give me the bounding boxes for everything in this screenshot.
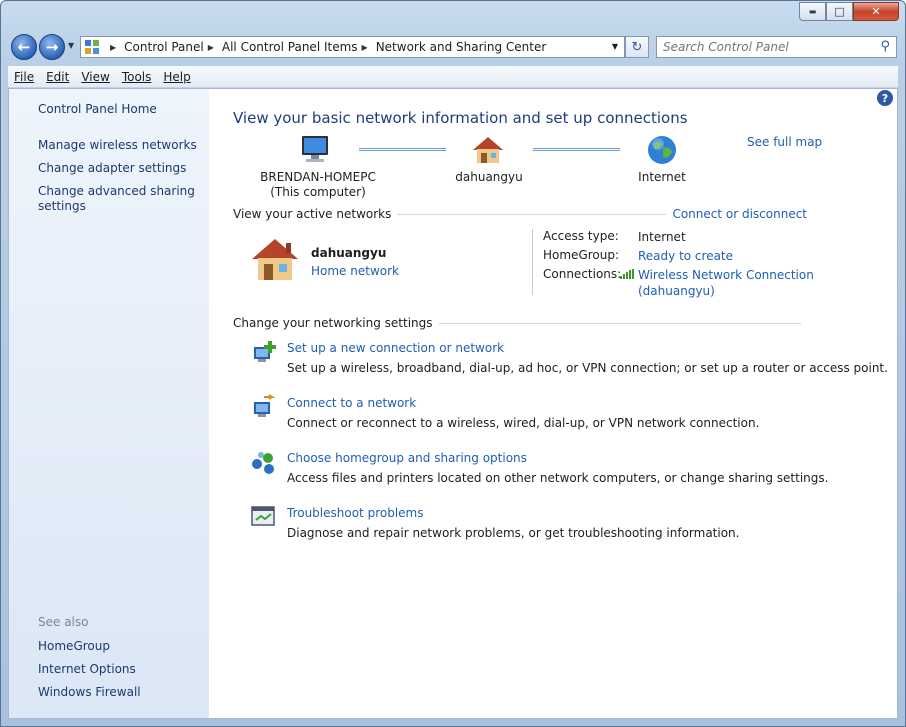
window-frame: ▬ □ ✕ ← → ▼ ▶ Control Panel ▶ All Control … — [0, 0, 906, 727]
address-dropdown-icon[interactable]: ▼ — [612, 42, 618, 51]
computer-icon — [302, 136, 328, 162]
arrow-right-icon: → — [45, 38, 59, 56]
homegroup-sharing-icon — [252, 452, 274, 474]
menu-edit[interactable]: Edit — [40, 70, 75, 84]
search-box[interactable]: ⚲ — [656, 36, 897, 58]
search-input[interactable] — [663, 40, 873, 54]
task-troubleshoot-desc: Diagnose and repair network problems, or… — [287, 526, 740, 540]
help-icon[interactable]: ? — [877, 90, 893, 106]
task-setup-connection-link[interactable]: Set up a new connection or network — [287, 341, 504, 355]
content-area: Control Panel Home Manage wireless netwo… — [8, 88, 898, 719]
menu-file[interactable]: File — [8, 70, 40, 84]
map-connection-line — [533, 148, 620, 151]
computer-subtitle: (This computer) — [270, 185, 366, 199]
change-settings-header: Change your networking settings — [233, 316, 807, 330]
sidebar-manage-wireless-networks[interactable]: Manage wireless networks — [38, 138, 197, 153]
maximize-button[interactable]: □ — [826, 2, 853, 21]
task-homegroup-sharing-link[interactable]: Choose homegroup and sharing options — [287, 451, 527, 465]
globe-icon — [648, 136, 676, 164]
minimize-button[interactable]: ▬ — [799, 2, 826, 21]
menu-tools[interactable]: Tools — [116, 70, 158, 84]
sidebar-homegroup[interactable]: HomeGroup — [38, 639, 110, 654]
troubleshoot-icon — [251, 506, 275, 526]
forward-button[interactable]: → — [39, 34, 65, 60]
menu-view[interactable]: View — [75, 70, 115, 84]
connect-or-disconnect-link[interactable]: Connect or disconnect — [672, 207, 807, 221]
map-this-computer[interactable]: BRENDAN-HOMEPC (This computer) — [253, 170, 383, 200]
home-network-icon — [252, 239, 298, 280]
wireless-connection-link[interactable]: Wireless Network Connection (dahuangyu) — [638, 267, 814, 299]
search-icon[interactable]: ⚲ — [880, 39, 890, 54]
chevron-right-icon: ▶ — [361, 42, 368, 52]
menu-help[interactable]: Help — [157, 70, 196, 84]
map-internet[interactable]: Internet — [619, 170, 705, 185]
access-type-label: Access type: — [543, 229, 619, 243]
control-panel-icon — [85, 40, 99, 54]
connection-ssid: (dahuangyu) — [638, 284, 715, 298]
task-connect-network-desc: Connect or reconnect to a wireless, wire… — [287, 416, 760, 430]
menu-label: File — [14, 69, 35, 84]
connection-name: Wireless Network Connection — [638, 268, 814, 282]
new-connection-icon — [254, 341, 276, 362]
task-setup-connection-desc: Set up a wireless, broadband, dial-up, a… — [287, 361, 888, 375]
access-type-value: Internet — [638, 230, 686, 244]
menu-label: Tools — [121, 69, 152, 84]
breadcrumb-item[interactable]: ▶ All Control Panel Items — [204, 40, 358, 54]
map-network[interactable]: dahuangyu — [441, 170, 537, 185]
task-homegroup-sharing-desc: Access files and printers located on oth… — [287, 471, 829, 485]
homegroup-label: HomeGroup: — [543, 248, 620, 262]
navigation-bar: ← → ▼ ▶ Control Panel ▶ All Control Panel … — [9, 32, 897, 62]
see-also-label: See also — [38, 615, 89, 629]
page-title: View your basic network information and … — [233, 109, 688, 127]
active-networks-label: View your active networks — [233, 207, 392, 221]
house-icon — [473, 137, 503, 163]
sidebar-windows-firewall[interactable]: Windows Firewall — [38, 685, 141, 700]
menu-label: Edit — [46, 69, 70, 84]
divider — [438, 322, 801, 324]
connections-label: Connections: — [543, 267, 622, 281]
sidebar-change-advanced-sharing[interactable]: Change advanced sharing settings — [38, 184, 198, 214]
sidebar: Control Panel Home Manage wireless netwo… — [9, 89, 209, 718]
sidebar-control-panel-home[interactable]: Control Panel Home — [38, 102, 157, 117]
connect-network-icon — [254, 394, 276, 417]
change-settings-label: Change your networking settings — [233, 316, 433, 330]
task-connect-network-link[interactable]: Connect to a network — [287, 396, 416, 410]
arrow-left-icon: ← — [17, 38, 31, 56]
breadcrumb-label: Network and Sharing Center — [375, 40, 547, 54]
refresh-icon: ↻ — [631, 39, 643, 55]
breadcrumb-label: All Control Panel Items — [221, 40, 358, 54]
menu-bar: File Edit View Tools Help — [8, 66, 898, 88]
chevron-right-icon: ▶ — [110, 42, 117, 52]
breadcrumb-item[interactable]: ▶ Control Panel — [106, 40, 204, 54]
sidebar-change-adapter-settings[interactable]: Change adapter settings — [38, 161, 186, 176]
task-troubleshoot-link[interactable]: Troubleshoot problems — [287, 506, 423, 520]
breadcrumb-item[interactable]: ▶ Network and Sharing Center — [358, 40, 547, 54]
menu-label: View — [81, 69, 110, 84]
chevron-right-icon: ▶ — [207, 42, 214, 52]
main-panel: ? View your basic network information an… — [209, 89, 897, 718]
wireless-signal-icon — [620, 269, 634, 279]
sidebar-internet-options[interactable]: Internet Options — [38, 662, 136, 677]
homegroup-value-link[interactable]: Ready to create — [638, 248, 733, 264]
map-connection-line — [359, 148, 446, 151]
close-button[interactable]: ✕ — [853, 2, 899, 21]
breadcrumb-label: Control Panel — [124, 40, 204, 54]
see-full-map-link[interactable]: See full map — [747, 135, 822, 149]
address-bar[interactable]: ▶ Control Panel ▶ All Control Panel Items … — [80, 36, 625, 58]
computer-name: BRENDAN-HOMEPC — [260, 170, 376, 184]
active-network-name: dahuangyu — [311, 246, 387, 260]
active-networks-header: View your active networks Connect or dis… — [233, 207, 807, 221]
menu-label: Help — [163, 69, 191, 84]
divider — [532, 229, 533, 295]
caption-buttons: ▬ □ ✕ — [799, 2, 899, 21]
recent-pages-dropdown[interactable]: ▼ — [68, 41, 74, 50]
divider — [397, 213, 667, 215]
refresh-button[interactable]: ↻ — [625, 36, 649, 58]
network-category-link[interactable]: Home network — [311, 264, 399, 278]
back-button[interactable]: ← — [11, 34, 37, 60]
